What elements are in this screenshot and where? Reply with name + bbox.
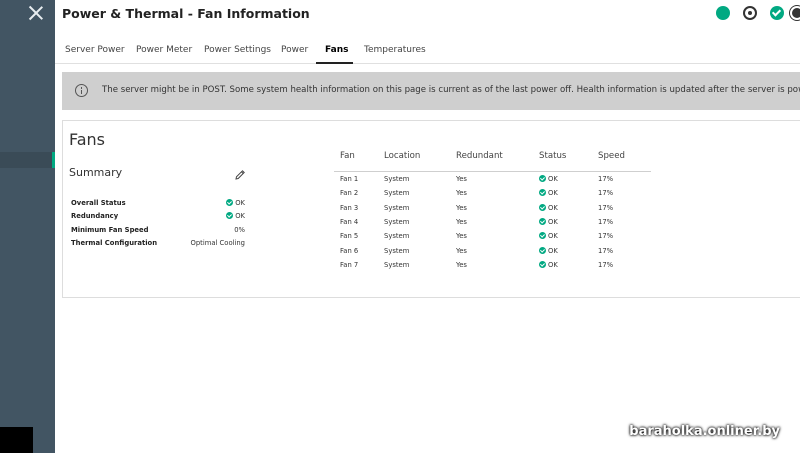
column-header-fan: Fan	[340, 151, 355, 161]
cell-speed: 17%	[598, 232, 614, 241]
ok-check-icon	[539, 203, 546, 211]
cell-redundant: Yes	[456, 175, 467, 183]
cell-redundant: Yes	[456, 203, 467, 212]
summary-label: Overall Status	[71, 199, 126, 207]
table-row: Fan 1 System Yes OK 17%	[334, 175, 651, 189]
info-icon	[75, 84, 88, 97]
cell-fan: Fan 5	[340, 232, 359, 241]
cell-speed: 17%	[598, 203, 614, 212]
sun-icon[interactable]	[792, 8, 800, 18]
table-row: Fan 2 System Yes OK 17%	[334, 189, 651, 203]
cell-redundant: Yes	[456, 246, 467, 255]
cell-status: OK	[539, 246, 558, 255]
post-info-banner: The server might be in POST. Some system…	[62, 72, 800, 110]
column-header-location: Location	[384, 151, 421, 161]
ok-check-icon	[539, 246, 546, 254]
cell-redundant: Yes	[456, 217, 467, 226]
cell-fan: Fan 3	[340, 203, 359, 212]
cell-speed: 17%	[598, 175, 614, 183]
cell-fan: Fan 6	[340, 246, 359, 255]
tab-fans[interactable]: Fans	[325, 45, 348, 55]
close-icon[interactable]	[27, 4, 45, 22]
cell-redundant: Yes	[456, 189, 467, 198]
table-row: Fan 6 System Yes OK 17%	[334, 246, 651, 261]
ok-check-icon	[226, 199, 234, 206]
cell-location: System	[384, 217, 410, 226]
cell-fan: Fan 2	[340, 189, 359, 198]
table-row: Fan 7 System Yes OK 17%	[334, 260, 651, 275]
cell-location: System	[384, 175, 410, 183]
sidebar-bottom-block	[0, 427, 33, 453]
pencil-icon[interactable]	[234, 169, 246, 181]
tab-bar: Server Power Power Meter Power Settings …	[55, 36, 800, 64]
cell-status: OK	[539, 232, 558, 240]
ok-check-icon	[539, 232, 546, 240]
cell-location: System	[384, 203, 410, 212]
fans-card: Fans Summary Overall Status OK Redundanc…	[62, 120, 800, 298]
column-header-speed: Speed	[598, 151, 625, 161]
page-title: Power & Thermal - Fan Information	[62, 6, 310, 21]
main-content: Power & Thermal - Fan Information Server…	[55, 0, 800, 453]
table-row: Fan 3 System Yes OK 17%	[334, 203, 651, 218]
target-icon[interactable]	[743, 6, 757, 20]
ok-check-icon	[226, 212, 234, 219]
active-tab-indicator	[316, 62, 353, 64]
health-icon[interactable]	[716, 6, 730, 20]
cell-status: OK	[539, 217, 558, 226]
ok-check-icon	[539, 175, 546, 182]
summary-row-minimum-fan-speed: Minimum Fan Speed 0%	[71, 226, 245, 238]
banner-message: The server might be in POST. Some system…	[102, 85, 800, 95]
cell-speed: 17%	[598, 260, 614, 269]
cell-speed: 17%	[598, 217, 614, 226]
summary-label: Redundancy	[71, 212, 119, 220]
tab-server-power[interactable]: Server Power	[65, 45, 125, 55]
summary-row-overall-status: Overall Status OK	[71, 199, 245, 211]
card-title: Fans	[69, 130, 106, 149]
sidebar	[0, 0, 55, 453]
ok-check-icon	[539, 260, 546, 268]
ok-check-icon	[539, 217, 546, 225]
summary-value: OK	[226, 199, 245, 207]
tab-power[interactable]: Power	[281, 45, 308, 55]
summary-label: Thermal Configuration	[71, 239, 158, 247]
cell-status: OK	[539, 203, 558, 212]
summary-row-thermal-configuration: Thermal Configuration Optimal Cooling	[71, 239, 245, 251]
column-header-status: Status	[539, 151, 567, 161]
cell-location: System	[384, 189, 410, 198]
cell-location: System	[384, 232, 410, 241]
tab-temperatures[interactable]: Temperatures	[364, 45, 426, 55]
cell-redundant: Yes	[456, 260, 467, 269]
cell-speed: 17%	[598, 189, 614, 198]
cell-status: OK	[539, 175, 558, 183]
summary-value: Optimal Cooling	[190, 239, 245, 247]
table-header-divider	[334, 171, 651, 172]
cell-redundant: Yes	[456, 232, 467, 241]
ok-check-icon	[539, 189, 546, 197]
cell-location: System	[384, 260, 410, 269]
summary-label: Minimum Fan Speed	[71, 226, 149, 234]
cell-fan: Fan 4	[340, 217, 359, 226]
sidebar-active-item[interactable]	[0, 152, 55, 168]
summary-value: OK	[226, 212, 245, 220]
tab-power-settings[interactable]: Power Settings	[204, 45, 271, 55]
watermark: baraholka.onliner.by	[629, 424, 780, 439]
check-icon[interactable]	[770, 6, 784, 20]
cell-status: OK	[539, 189, 558, 197]
column-header-redundant: Redundant	[456, 151, 503, 161]
cell-status: OK	[539, 260, 558, 269]
summary-row-redundancy: Redundancy OK	[71, 212, 245, 224]
table-row: Fan 5 System Yes OK 17%	[334, 232, 651, 246]
cell-location: System	[384, 246, 410, 255]
cell-fan: Fan 1	[340, 175, 359, 183]
summary-title: Summary	[69, 166, 123, 179]
summary-value: 0%	[234, 226, 245, 234]
cell-fan: Fan 7	[340, 260, 359, 269]
table-row: Fan 4 System Yes OK 17%	[334, 217, 651, 232]
cell-speed: 17%	[598, 246, 614, 255]
tab-power-meter[interactable]: Power Meter	[136, 45, 192, 55]
